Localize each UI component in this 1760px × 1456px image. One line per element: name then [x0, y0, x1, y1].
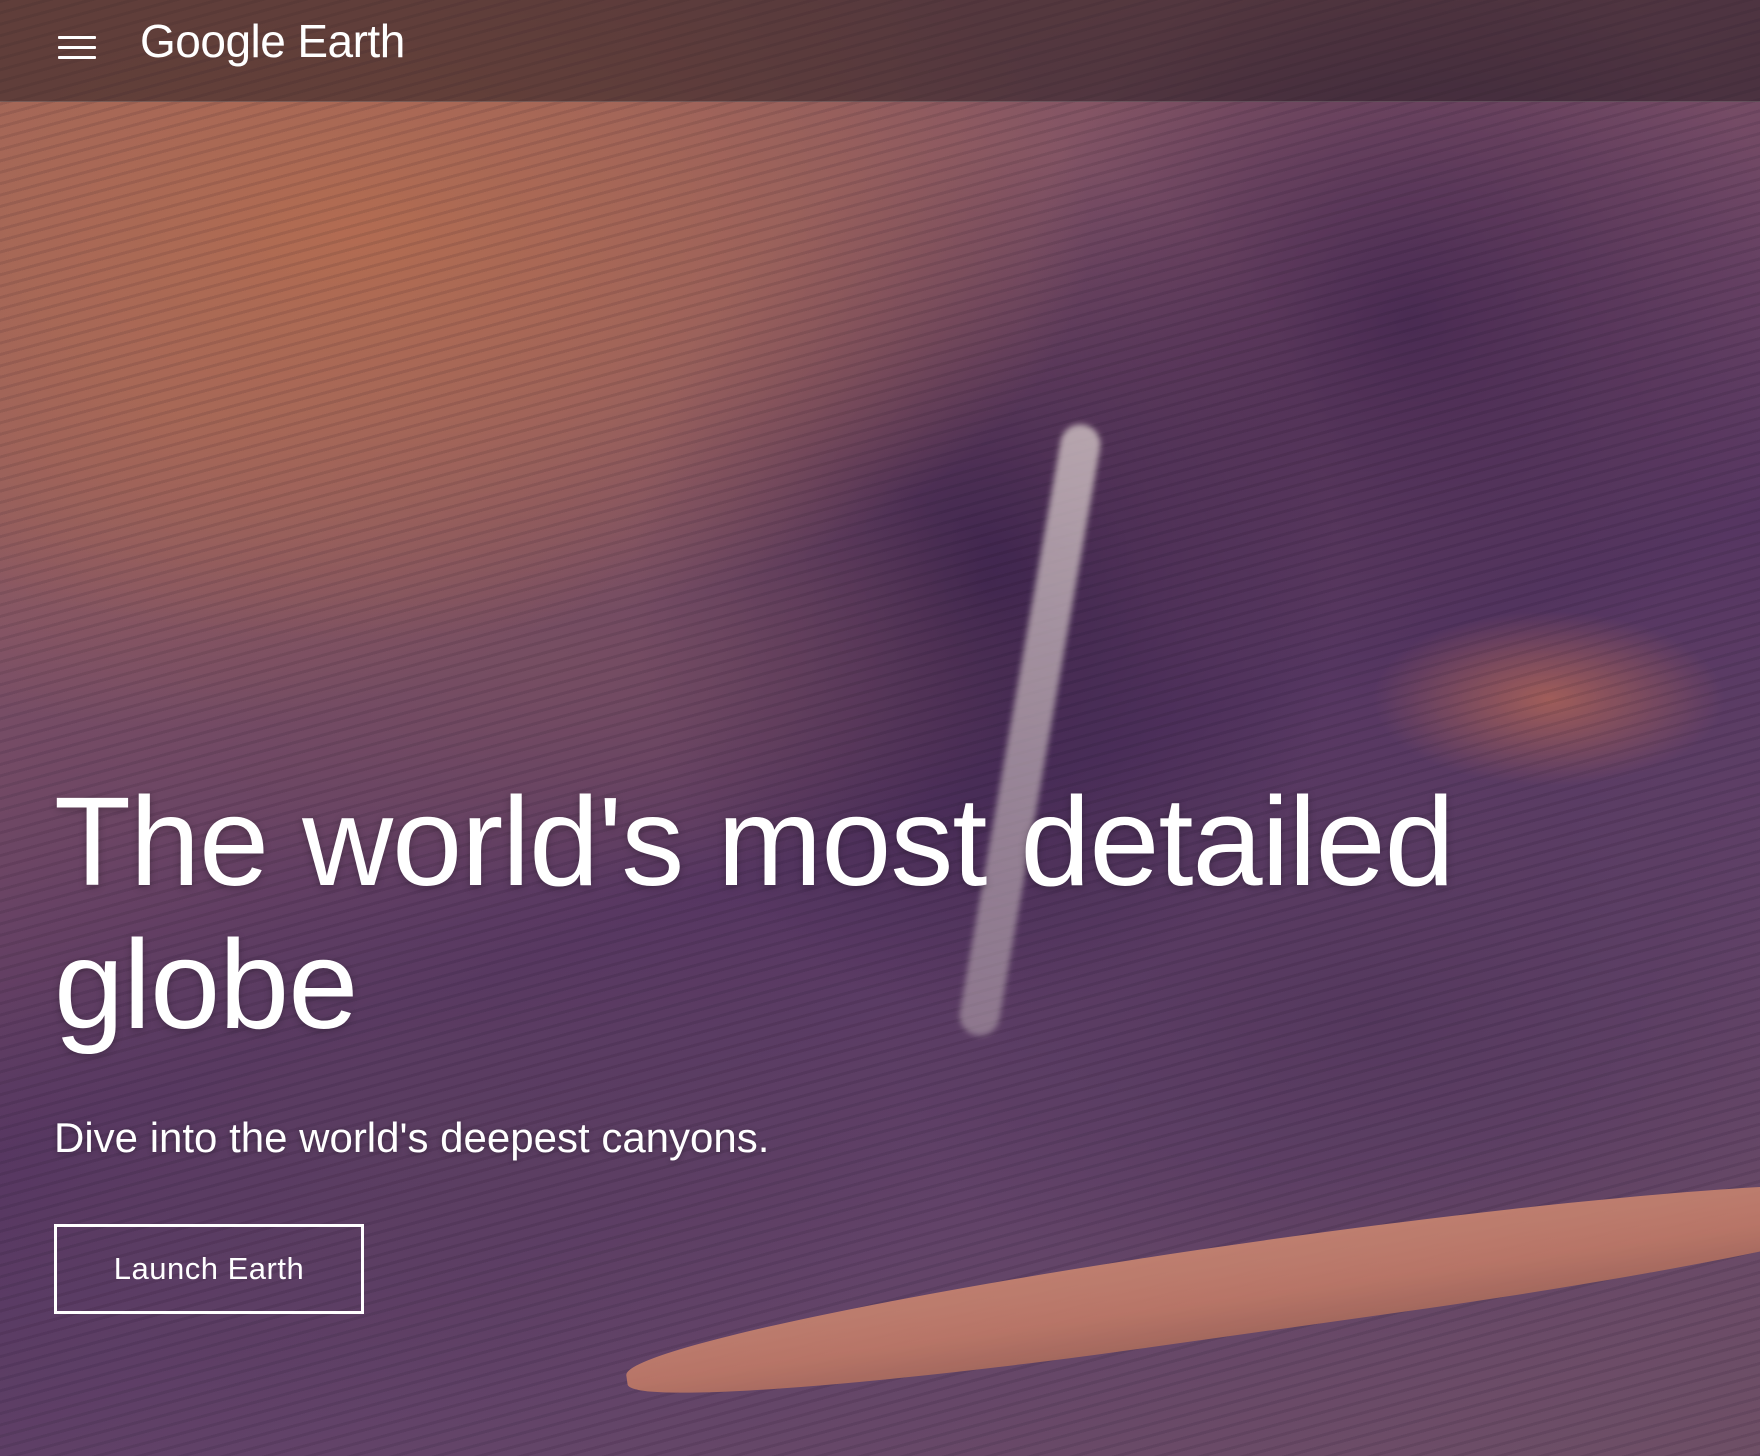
launch-earth-button[interactable]: Launch Earth	[54, 1224, 364, 1314]
menu-line	[58, 45, 96, 49]
hero-section: The world's most detailed globe Dive int…	[54, 770, 1554, 1166]
hero-subhead: Dive into the world's deepest canyons.	[54, 1114, 770, 1161]
brand-google: Google	[140, 15, 286, 67]
top-app-bar: Google Earth	[0, 0, 1760, 102]
hero-headline: The world's most detailed globe	[54, 771, 1455, 1055]
menu-line	[58, 35, 96, 39]
page: Google Earth The world's most detailed gl…	[0, 0, 1760, 1456]
hamburger-menu-icon[interactable]	[58, 27, 98, 67]
google-earth-logo[interactable]: Google Earth	[140, 14, 405, 68]
brand-product: Earth	[297, 15, 405, 67]
menu-line	[58, 55, 96, 59]
